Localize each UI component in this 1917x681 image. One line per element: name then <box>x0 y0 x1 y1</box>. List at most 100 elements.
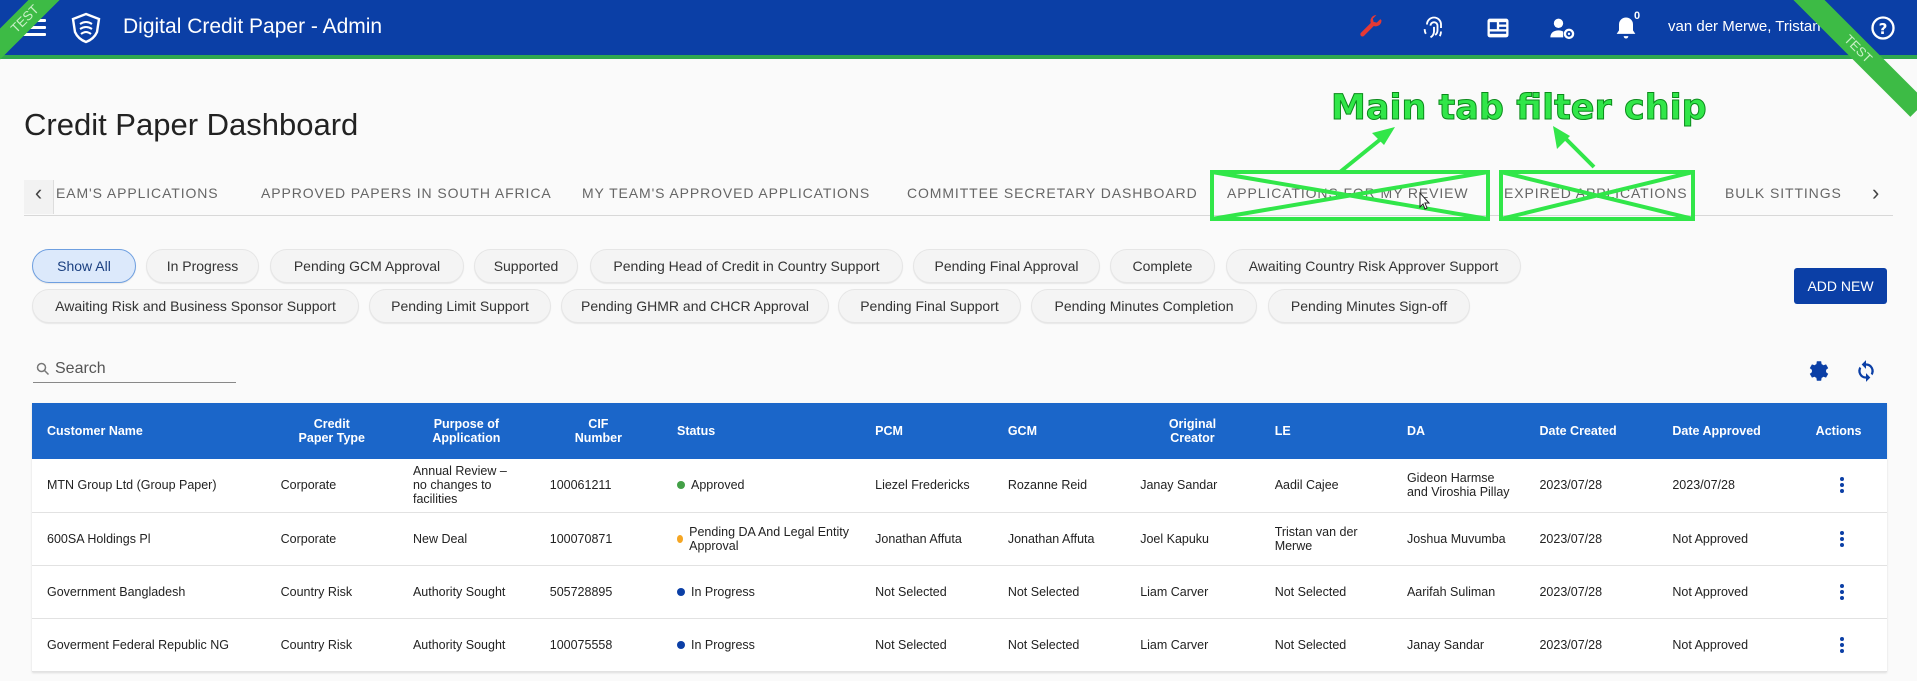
gear-icon[interactable] <box>1806 358 1832 384</box>
cell-purpose: Authority Sought <box>397 618 535 672</box>
table-row[interactable]: Government Bangladesh Country Risk Autho… <box>32 565 1887 619</box>
more-vert-icon[interactable] <box>1840 636 1845 653</box>
column-header[interactable]: DA <box>1392 403 1525 459</box>
table-header-row: Customer Name Credit Paper Type Purpose … <box>32 403 1887 459</box>
cell-cif: 505728895 <box>534 565 662 619</box>
column-header[interactable]: Original Creator <box>1125 403 1259 459</box>
search-icon <box>36 362 50 376</box>
annotation-label: Main tab filter chip <box>1331 88 1708 129</box>
cell-cif: 100061211 <box>534 459 662 513</box>
tab-my-teams-applications[interactable]: EAM'S APPLICATIONS <box>56 185 219 201</box>
bank-shield-logo[interactable] <box>70 12 102 44</box>
add-new-button[interactable]: ADD NEW <box>1794 268 1887 304</box>
app-bar: Digital Credit Paper - Admin 0 van der M… <box>0 0 1917 55</box>
search-input[interactable] <box>55 357 230 381</box>
more-vert-icon[interactable] <box>1840 530 1845 547</box>
user-settings-icon[interactable] <box>1548 14 1576 42</box>
annotation-arrowhead <box>1553 126 1570 149</box>
fingerprint-icon[interactable] <box>1420 14 1448 42</box>
tab-my-teams-approved-applications[interactable]: MY TEAM'S APPROVED APPLICATIONS <box>582 185 870 201</box>
app-title: Digital Credit Paper - Admin <box>123 15 383 38</box>
cell-created: 2023/07/28 <box>1524 618 1658 672</box>
column-header[interactable]: Customer Name <box>32 403 266 459</box>
cell-gcm: Not Selected <box>992 618 1126 672</box>
cell-approved: Not Approved <box>1657 565 1791 619</box>
column-header[interactable]: Purpose of Application <box>398 403 535 459</box>
tab-committee-secretary-dashboard[interactable]: COMMITTEE SECRETARY DASHBOARD <box>907 185 1198 201</box>
status-text: In Progress <box>690 637 755 652</box>
table-row[interactable]: MTN Group Ltd (Group Paper) Corporate An… <box>32 459 1887 513</box>
tab-approved-papers-south-africa[interactable]: APPROVED PAPERS IN SOUTH AFRICA <box>261 185 552 201</box>
refresh-icon[interactable] <box>1853 358 1879 384</box>
chip-complete[interactable]: Complete <box>1110 249 1215 283</box>
tab-applications-for-my-review[interactable]: APPLICATIONS FOR MY REVIEW <box>1227 185 1468 201</box>
chip-in-progress[interactable]: In Progress <box>146 249 259 283</box>
cell-actions <box>1790 512 1887 566</box>
column-header[interactable]: GCM <box>993 403 1125 459</box>
column-header[interactable]: Date Approved <box>1657 403 1790 459</box>
cell-gcm: Rozanne Reid <box>992 459 1126 513</box>
cell-pcm: Not Selected <box>860 618 993 672</box>
chip-pending-minutes-completion[interactable]: Pending Minutes Completion <box>1031 289 1257 323</box>
annotation-arrowhead <box>1372 127 1395 145</box>
more-vert-icon[interactable] <box>1840 477 1845 494</box>
help-icon[interactable]: ? <box>1869 14 1897 42</box>
chip-awaiting-country-risk[interactable]: Awaiting Country Risk Approver Support <box>1226 249 1521 283</box>
status-dot <box>676 587 685 596</box>
cell-da: Janay Sandar <box>1391 618 1525 672</box>
chip-pending-final-support[interactable]: Pending Final Support <box>838 289 1021 323</box>
cell-creator: Janay Sandar <box>1125 459 1260 513</box>
more-vert-icon[interactable] <box>1840 583 1845 600</box>
table-row[interactable]: 600SA Holdings Pl Corporate New Deal 100… <box>32 512 1887 566</box>
status-dot <box>676 534 684 543</box>
cell-type: Corporate <box>265 459 398 513</box>
tabs-scroll-left-icon[interactable]: ‹ <box>24 180 54 214</box>
status-text: Pending DA And Legal Entity Approval <box>689 524 849 553</box>
cell-gcm: Jonathan Affuta <box>992 512 1126 566</box>
notification-badge: 0 <box>1634 10 1641 22</box>
cell-approved: 2023/07/28 <box>1657 459 1791 513</box>
column-header[interactable]: PCM <box>860 403 993 459</box>
chip-pending-gcm-approval[interactable]: Pending GCM Approval <box>270 249 464 283</box>
column-header[interactable]: Date Created <box>1524 403 1657 459</box>
cell-creator: Liam Carver <box>1125 565 1260 619</box>
cell-pcm: Not Selected <box>860 565 993 619</box>
chip-pending-final-approval[interactable]: Pending Final Approval <box>913 249 1100 283</box>
chip-pending-minutes-signoff[interactable]: Pending Minutes Sign-off <box>1268 289 1470 323</box>
tab-bulk-sittings[interactable]: BULK SITTINGS <box>1725 185 1842 201</box>
cell-pcm: Liezel Fredericks <box>860 459 993 513</box>
svg-text:?: ? <box>1879 20 1888 38</box>
cell-purpose: Annual Review – no changes to facilities <box>397 459 535 513</box>
credit-papers-table: Customer Name Credit Paper Type Purpose … <box>32 403 1887 672</box>
tabs-scroll-right-icon[interactable]: › <box>1872 180 1879 206</box>
chip-pending-limit-support[interactable]: Pending Limit Support <box>369 289 551 323</box>
column-header[interactable]: CIF Number <box>535 403 662 459</box>
chip-pending-ghmr-chcr[interactable]: Pending GHMR and CHCR Approval <box>561 289 829 323</box>
status-dot <box>676 481 685 490</box>
chip-awaiting-risk-business-sponsor[interactable]: Awaiting Risk and Business Sponsor Suppo… <box>32 289 359 323</box>
column-header[interactable]: Credit Paper Type <box>266 403 398 459</box>
cell-created: 2023/07/28 <box>1524 459 1658 513</box>
table-row[interactable]: Goverment Federal Republic NG Country Ri… <box>32 618 1887 672</box>
id-card-icon[interactable] <box>1484 14 1512 42</box>
main-tabs: ‹ EAM'S APPLICATIONS APPROVED PAPERS IN … <box>24 172 1893 216</box>
cell-gcm: Not Selected <box>992 565 1126 619</box>
cell-pcm: Jonathan Affuta <box>860 512 993 566</box>
page-title: Credit Paper Dashboard <box>24 107 359 142</box>
cell-status: Approved <box>661 459 861 513</box>
cell-customer: Government Bangladesh <box>32 565 266 619</box>
cell-le: Not Selected <box>1259 618 1392 672</box>
cell-approved: Not Approved <box>1657 512 1791 566</box>
tab-expired-applications[interactable]: EXPIRED APPLICATIONS <box>1504 185 1687 201</box>
column-header[interactable]: LE <box>1260 403 1392 459</box>
user-name: van der Merwe, Tristan T <box>1668 18 1834 35</box>
chip-pending-head-of-credit[interactable]: Pending Head of Credit in Country Suppor… <box>590 249 903 283</box>
cell-type: Country Risk <box>265 618 398 672</box>
chip-supported[interactable]: Supported <box>474 249 578 283</box>
cell-da: Aarifah Suliman <box>1391 565 1525 619</box>
column-header[interactable]: Status <box>662 403 860 459</box>
chip-show-all[interactable]: Show All <box>32 249 136 283</box>
cell-le: Aadil Cajee <box>1259 459 1392 513</box>
cell-cif: 100070871 <box>534 512 662 566</box>
wrench-icon[interactable] <box>1357 14 1385 42</box>
